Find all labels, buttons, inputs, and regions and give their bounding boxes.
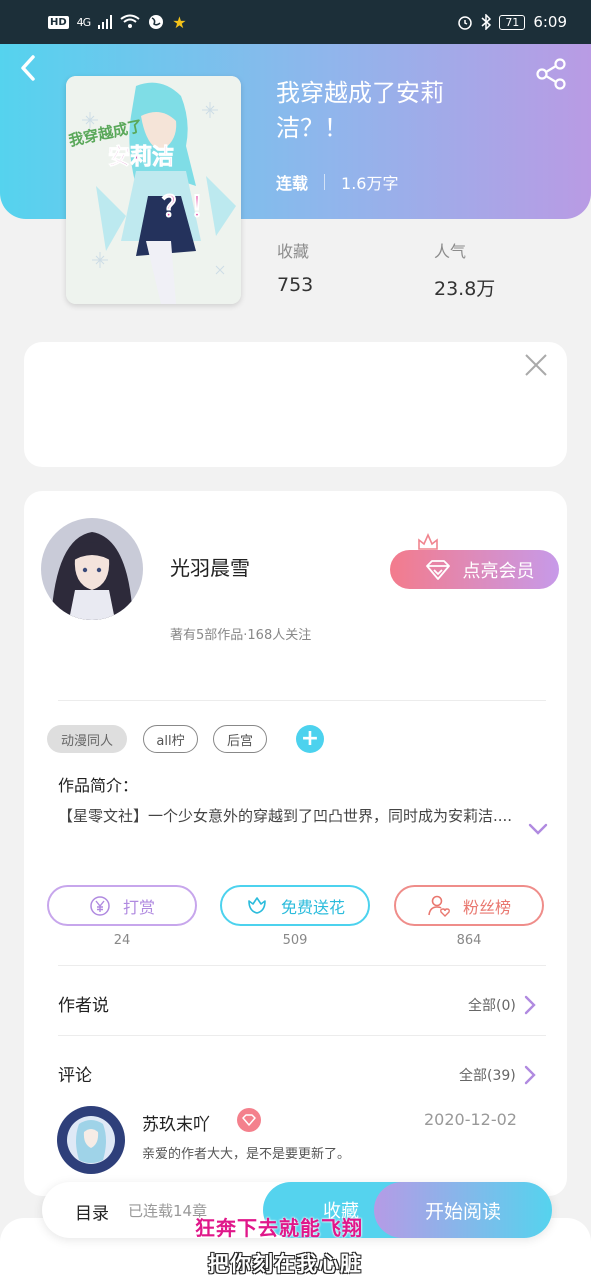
vip-button-label: 点亮会员 bbox=[462, 560, 535, 582]
ad-card bbox=[24, 342, 567, 467]
intro-label: 作品简介： bbox=[58, 776, 139, 795]
flower-count: 509 bbox=[282, 933, 308, 948]
flower-icon bbox=[248, 896, 266, 914]
share-button[interactable] bbox=[534, 56, 570, 92]
cover-text-bottom: ？！ bbox=[162, 190, 218, 223]
lyric-line-2: 把你刻在我心脏 bbox=[208, 1252, 362, 1276]
divider bbox=[58, 1035, 546, 1036]
vip-badge bbox=[237, 1108, 261, 1132]
comments-more[interactable]: 全部(39) bbox=[459, 1065, 536, 1085]
expand-intro-button[interactable] bbox=[527, 818, 549, 840]
author-says-title: 作者说 bbox=[58, 996, 109, 1016]
crown-icon bbox=[416, 532, 440, 552]
wifi-icon bbox=[120, 14, 140, 28]
reward-label: 打赏 bbox=[122, 897, 155, 917]
commenter-avatar-art bbox=[57, 1106, 125, 1174]
status-bar: HD 4G ★ 71 6:09 bbox=[0, 0, 591, 44]
fan-icon bbox=[428, 895, 450, 917]
hd-icon: HD bbox=[48, 15, 69, 29]
fans-rank-label: 粉丝榜 bbox=[462, 897, 511, 917]
plus-icon: + bbox=[300, 726, 320, 751]
chevron-right-icon bbox=[524, 995, 536, 1015]
status-right: 71 6:09 bbox=[457, 13, 567, 31]
author-avatar[interactable] bbox=[41, 518, 143, 620]
close-icon bbox=[525, 354, 547, 376]
vip-button[interactable]: 点亮会员 bbox=[390, 550, 559, 589]
send-flower-label: 免费送花 bbox=[280, 897, 345, 917]
author-says-more[interactable]: 全部(0) bbox=[468, 995, 536, 1015]
reward-button[interactable]: 打赏 bbox=[47, 885, 197, 926]
add-tag-button[interactable]: + bbox=[296, 725, 324, 753]
meta-divider bbox=[324, 174, 326, 190]
author-info: 著有5部作品·168人关注 bbox=[170, 628, 312, 643]
serial-status: 连载 bbox=[276, 174, 309, 193]
lyric-line-1: 狂奔下去就能飞翔 bbox=[195, 1216, 363, 1240]
send-flower-button[interactable]: 免费送花 bbox=[220, 885, 370, 926]
author-avatar-art bbox=[41, 518, 143, 620]
network-icon: 4G bbox=[76, 15, 91, 29]
diamond-icon bbox=[425, 559, 450, 580]
popularity-value: 23.8万 bbox=[434, 278, 496, 300]
favorites-label: 收藏 bbox=[277, 242, 310, 261]
commenter-avatar[interactable] bbox=[57, 1106, 125, 1174]
chevron-down-icon bbox=[528, 823, 548, 835]
cover-art: 我穿越成了 安莉洁 ？！ bbox=[66, 76, 241, 304]
tag-item[interactable]: 动漫同人 bbox=[47, 725, 127, 753]
divider bbox=[58, 965, 546, 966]
comments-more-label: 全部(39) bbox=[459, 1068, 516, 1084]
fans-rank-button[interactable]: 粉丝榜 bbox=[394, 885, 544, 926]
author-says-more-label: 全部(0) bbox=[468, 998, 516, 1014]
share-icon bbox=[536, 58, 566, 90]
diamond-icon bbox=[242, 1114, 256, 1126]
comment-text: 亲爱的作者大大，是不是要更新了。 bbox=[142, 1147, 351, 1162]
word-count: 1.6万字 bbox=[341, 174, 399, 193]
divider bbox=[58, 700, 546, 701]
book-meta: 连载 1.6万字 bbox=[276, 170, 398, 194]
comment-date: 2020-12-02 bbox=[424, 1110, 517, 1129]
cover-text-main: 安莉洁 bbox=[108, 144, 174, 170]
tag-item[interactable]: all柠 bbox=[143, 725, 198, 753]
start-reading-label: 开始阅读 bbox=[424, 1200, 501, 1223]
yen-icon bbox=[90, 895, 110, 916]
alarm-icon bbox=[458, 16, 473, 30]
bluetooth-icon bbox=[481, 14, 492, 30]
comments-title: 评论 bbox=[58, 1066, 92, 1086]
favorites-value: 753 bbox=[277, 274, 314, 296]
commenter-name[interactable]: 苏玖末吖 bbox=[142, 1110, 210, 1135]
chevron-right-icon bbox=[524, 1065, 536, 1085]
back-button[interactable] bbox=[18, 52, 50, 92]
popularity-stat: 人气 23.8万 bbox=[434, 238, 495, 301]
back-icon bbox=[21, 55, 35, 81]
reward-count: 24 bbox=[113, 933, 131, 948]
status-left: HD 4G ★ bbox=[48, 13, 187, 32]
fans-count: 864 bbox=[456, 933, 482, 948]
author-name: 光羽晨雪 bbox=[170, 556, 250, 580]
close-ad-button[interactable] bbox=[521, 350, 551, 380]
battery-icon: 71 bbox=[499, 14, 526, 30]
favorites-stat: 收藏 753 bbox=[277, 238, 313, 296]
tag-item[interactable]: 后宫 bbox=[213, 725, 267, 753]
signal-icon bbox=[98, 15, 113, 29]
star-icon: ★ bbox=[172, 12, 187, 32]
intro-text: 【星零文社】一个少女意外的穿越到了凹凸世界，同时成为安莉洁.... bbox=[58, 807, 513, 825]
globe-icon bbox=[149, 15, 164, 29]
popularity-label: 人气 bbox=[434, 242, 467, 261]
toc-button[interactable]: 目录 bbox=[75, 1199, 109, 1224]
book-title: 我穿越成了安莉洁？！ bbox=[276, 79, 444, 142]
book-cover[interactable]: 我穿越成了 安莉洁 ？！ bbox=[66, 76, 241, 304]
clock: 6:09 bbox=[533, 13, 567, 31]
start-reading-button[interactable]: 开始阅读 bbox=[374, 1182, 552, 1238]
